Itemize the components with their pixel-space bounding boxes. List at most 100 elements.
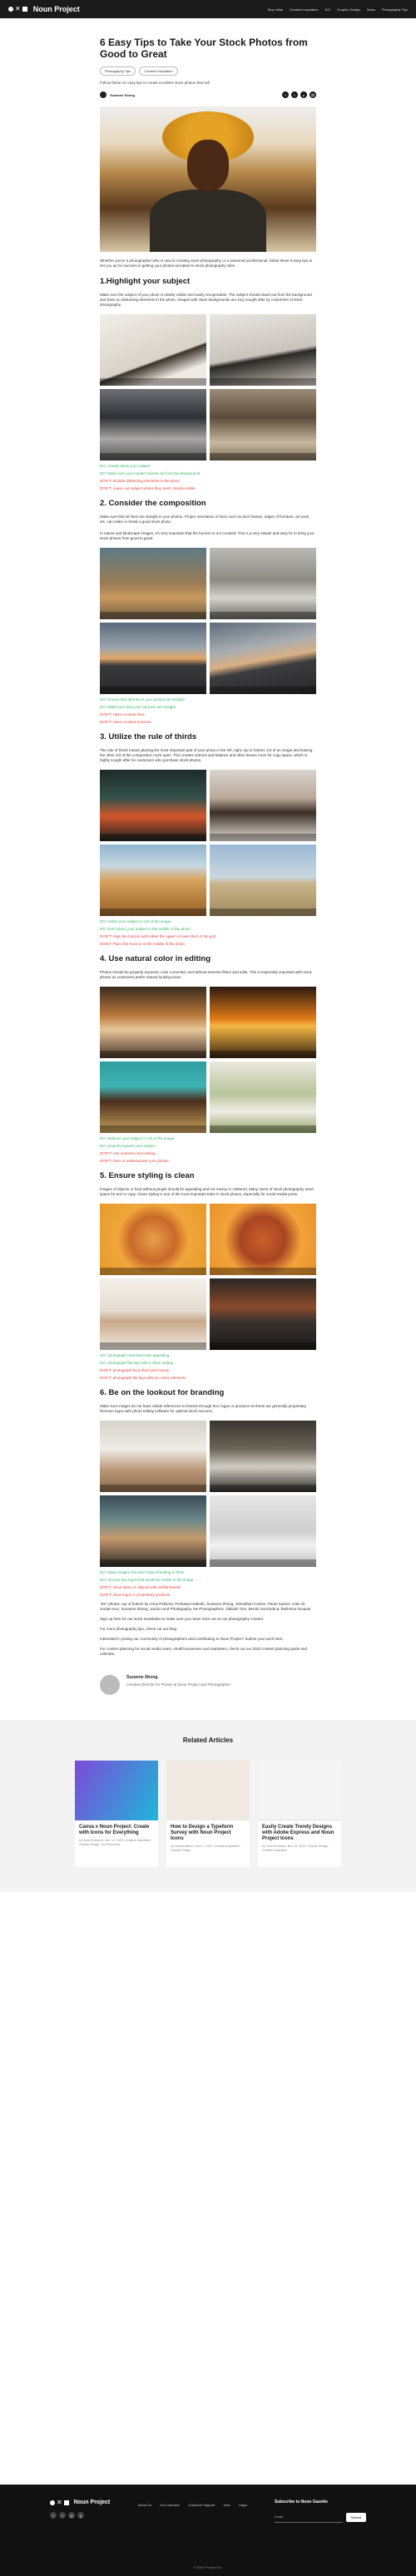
tag-photography-tips[interactable]: Photography Tips xyxy=(100,66,136,76)
nav-link[interactable]: DIY xyxy=(325,7,331,12)
footer-link[interactable]: About Us xyxy=(138,2503,151,2507)
article-subtitle: Follow these six easy tips to create exc… xyxy=(100,81,210,85)
newsletter-cta[interactable]: Sign up here for our stock newsletter to… xyxy=(100,1617,316,1622)
author-bio-avatar xyxy=(100,1675,120,1695)
photo-earbuds xyxy=(210,1495,316,1567)
dont-tip: DON'T: Have crooked lines xyxy=(100,712,145,717)
submit-button[interactable]: Submit xyxy=(345,2512,366,2522)
related-card[interactable]: Easily Create Trendy Designs with Adobe … xyxy=(258,1761,341,1867)
section-body: Photos should be properly exposed, color… xyxy=(100,970,312,979)
photo-road-sunset xyxy=(100,623,206,694)
related-cards: Canva x Noun Project: Create with Icons … xyxy=(75,1761,341,1867)
twitter-icon[interactable]: t xyxy=(50,2512,57,2519)
dont-tip: DON'T: shoot items or objects with visib… xyxy=(100,1585,181,1589)
author-name[interactable]: Suzanne Shong xyxy=(110,93,135,97)
related-heading: Related Articles xyxy=(182,1736,234,1744)
submit-work-cta[interactable]: Interested in joining our community of p… xyxy=(100,1637,316,1642)
related-card-image xyxy=(75,1761,158,1820)
footer-link[interactable]: Jobs xyxy=(223,2503,230,2507)
related-card-image xyxy=(166,1761,250,1820)
nav-link[interactable]: News xyxy=(367,7,375,12)
footer-brand-name: Noun Project xyxy=(73,2500,111,2505)
photo-grill xyxy=(210,1278,316,1350)
photo-portrait-grid xyxy=(210,770,316,841)
photo-grid xyxy=(100,770,316,916)
facebook-icon[interactable]: f xyxy=(282,91,289,98)
dont-tip: DON'T: Leave out subject where they aren… xyxy=(100,486,196,490)
do-tip: DO: Ensure that all lines in your photos… xyxy=(100,697,185,702)
footer-brand[interactable]: ✕ Noun Project xyxy=(50,2499,111,2505)
photo-woman-coffee xyxy=(100,1495,206,1567)
intro-paragraph: Whether you're a photographer who is new… xyxy=(100,259,313,268)
footer-link[interactable]: Customer Support xyxy=(188,2503,215,2507)
facebook-icon[interactable]: f xyxy=(59,2512,66,2519)
photo-woman-outdoors xyxy=(210,1061,316,1133)
do-tip: DO: Don't place your subject in the midd… xyxy=(100,927,191,931)
link-icon[interactable]: ⛓ xyxy=(310,91,316,98)
content-guide-cta[interactable]: For content planning for social media us… xyxy=(100,1647,316,1657)
photo-pizza-messy xyxy=(210,1204,316,1275)
photo-woman-tree xyxy=(210,389,316,461)
section-heading: 5. Ensure styling is clean xyxy=(100,1171,195,1180)
photo-milk-bottle xyxy=(100,1421,206,1492)
top-nav-links: Stop Initial Creative Inspiration DIY Gr… xyxy=(267,7,408,12)
nav-link[interactable]: Stop Initial xyxy=(267,7,283,12)
photo-road-crooked xyxy=(210,623,316,694)
related-card[interactable]: How to Design a Typeform Survey with Nou… xyxy=(166,1761,250,1867)
section-body: Make sure images do not have visible ref… xyxy=(100,1404,308,1413)
newsletter-form: Subscribe to Noun Gazette Email Submit xyxy=(274,2500,366,2523)
twitter-icon[interactable]: t xyxy=(291,91,298,98)
hero-image xyxy=(100,106,316,252)
dont-tip: DON'T: Use extreme color editing xyxy=(100,1151,156,1155)
dont-tip: DON'T: photograph food that looks messy xyxy=(100,1368,170,1372)
related-card-title[interactable]: Easily Create Trendy Designs with Adobe … xyxy=(258,1820,341,1842)
dont-tip: DON'T: Have crooked horizons xyxy=(100,720,151,724)
nav-link[interactable]: Graphic Design xyxy=(337,7,360,12)
photo-sunset-oversaturated xyxy=(210,987,316,1058)
brand-logo[interactable]: ✕ Noun Project xyxy=(8,5,80,13)
related-card[interactable]: Canva x Noun Project: Create with Icons … xyxy=(75,1761,158,1867)
do-tip: DO: properly expose your subject xyxy=(100,1144,156,1148)
do-tip: DO: Clearly show your subject xyxy=(100,464,151,468)
noun-project-logo-icon: ✕ xyxy=(50,2499,69,2505)
copyright: © Noun Project Inc. xyxy=(193,2565,223,2569)
photo-woman-smile xyxy=(100,1061,206,1133)
pinterest-icon[interactable]: p xyxy=(77,2512,84,2519)
photo-flatlay xyxy=(100,1278,206,1350)
photo-desk xyxy=(210,548,316,619)
section-heading: 2. Consider the composition xyxy=(100,499,206,508)
photo-credits: "Do" photos, top of bottom by Anna Pelto… xyxy=(100,1602,311,1611)
pinterest-icon[interactable]: p xyxy=(300,91,307,98)
author-bio-name[interactable]: Suzanne Shong xyxy=(126,1675,230,1680)
photo-woman-portrait xyxy=(100,389,206,461)
footer-link[interactable]: Our Licenses xyxy=(160,2503,180,2507)
related-card-image xyxy=(258,1761,341,1820)
section-body: Images of objects or food without people… xyxy=(100,1187,314,1196)
section-body: The rule of thirds means placing the mos… xyxy=(100,748,313,762)
blog-cta[interactable]: For more photography tips, check out our… xyxy=(100,1627,316,1632)
do-tip: DO: Utilize your subject in 1/3 of the i… xyxy=(100,919,171,924)
nav-link[interactable]: Creative Inspiration xyxy=(290,7,318,12)
related-card-title[interactable]: Canva x Noun Project: Create with Icons … xyxy=(75,1820,158,1836)
nav-link[interactable]: Photography Tips xyxy=(382,7,408,12)
section-heading: 6. Be on the lookout for branding xyxy=(100,1388,225,1397)
email-field[interactable]: Email xyxy=(274,2511,343,2523)
footer-links: About Us Our Licenses Customer Support J… xyxy=(138,2503,247,2507)
related-card-meta: by Guido Rowland • Dec 14, 2023 • Creati… xyxy=(79,1839,151,1846)
share-buttons: f t p ⛓ xyxy=(282,91,316,98)
do-tip: DO: Make images that don't have branding… xyxy=(100,1570,185,1574)
do-tip: DO: remove any logos that would be visib… xyxy=(100,1578,194,1582)
photo-desert-grid xyxy=(100,845,206,916)
photo-branded-product xyxy=(210,1421,316,1492)
photo-grid xyxy=(100,314,316,461)
photo-plant-grid xyxy=(100,770,206,841)
footer-link[interactable]: Legal xyxy=(239,2503,247,2507)
photo-grid xyxy=(100,1421,316,1567)
tag-creative-inspiration[interactable]: Creative Inspiration xyxy=(139,66,178,76)
related-card-title[interactable]: How to Design a Typeform Survey with Nou… xyxy=(166,1820,250,1842)
photo-cat xyxy=(100,987,206,1058)
photo-grid xyxy=(100,548,316,694)
instagram-icon[interactable]: ◎ xyxy=(68,2512,75,2519)
article: 6 Easy Tips to Take Your Stock Photos fr… xyxy=(100,37,316,1695)
author-bio: Suzanne Shong Creative Director for Phot… xyxy=(100,1675,316,1695)
